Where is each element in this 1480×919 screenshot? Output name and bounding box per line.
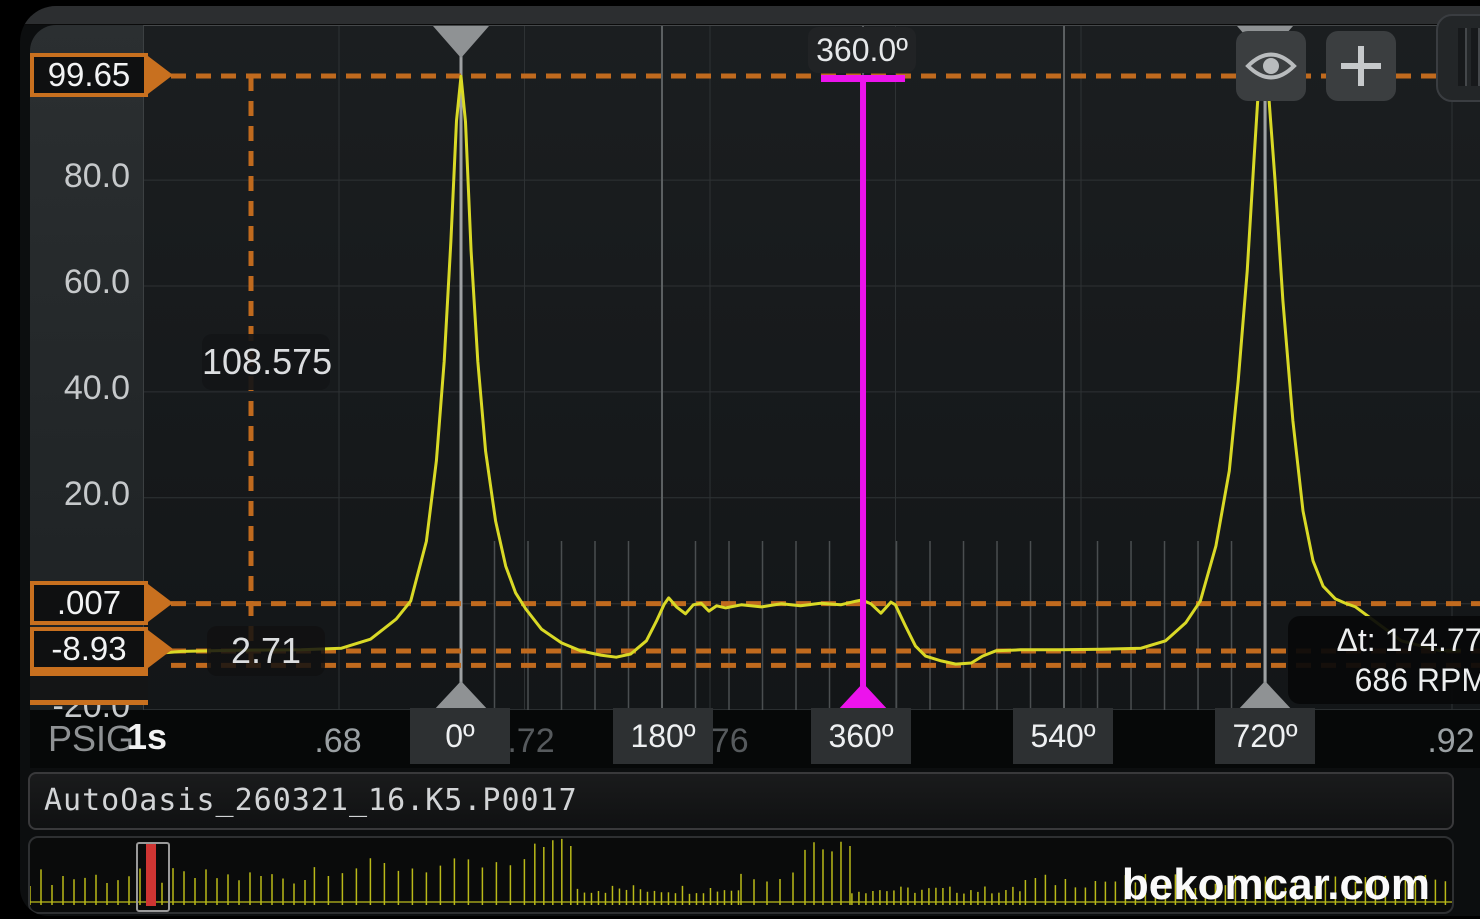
y-tick-20: 20.0 — [30, 475, 130, 514]
add-button[interactable] — [1326, 31, 1396, 101]
top-header-strip — [20, 6, 1480, 25]
plot-area[interactable] — [143, 25, 1480, 711]
cursor-flag-max[interactable]: 99.65 — [30, 53, 148, 97]
degree-marker-540[interactable]: 540º — [1013, 708, 1113, 764]
degree-marker-180[interactable]: 180º — [613, 708, 713, 764]
cursor-flag-min[interactable]: -8.93 — [30, 627, 148, 671]
overview-cursor-bar — [146, 844, 156, 906]
handle-ridge — [1471, 28, 1480, 86]
cursor-flag-clipped[interactable] — [30, 671, 148, 705]
side-panel-handle[interactable] — [1436, 14, 1480, 102]
delta-t-value: Δt: 174.77 m — [1288, 620, 1480, 660]
y-tick-60: 60.0 — [30, 263, 130, 302]
plus-icon — [1339, 44, 1383, 88]
overview-view-cursor[interactable] — [136, 842, 170, 912]
time-tick-92: .92 — [1406, 722, 1480, 761]
delta-y-small-label: 2.71 — [207, 626, 325, 676]
visibility-button[interactable] — [1236, 31, 1306, 101]
delta-t-rpm-readout: Δt: 174.77 m 686 RPM — [1288, 616, 1480, 704]
scope-app-window: 80.0 60.0 40.0 20.0 -20.0 99.65 .007 -8.… — [20, 6, 1480, 916]
overview-scrub-strip[interactable]: bekomcar.com — [28, 836, 1454, 914]
degree-marker-0[interactable]: 0º — [410, 708, 510, 764]
handle-ridge — [1458, 28, 1467, 86]
filename-text: AutoOasis_260321_16.K5.P0017 — [44, 783, 578, 818]
rotation-cursor-label[interactable]: 360.0º — [808, 27, 916, 73]
y-axis-unit-label: PSIG — [48, 718, 134, 760]
timebase-label[interactable]: 1s — [127, 716, 167, 758]
eye-icon — [1245, 49, 1297, 83]
degree-marker-720[interactable]: 720º — [1215, 708, 1315, 764]
y-tick-80: 80.0 — [30, 157, 130, 196]
pressure-waveform-chart[interactable] — [144, 26, 1480, 711]
y-tick-40: 40.0 — [30, 369, 130, 408]
filename-bar[interactable]: AutoOasis_260321_16.K5.P0017 — [28, 772, 1454, 830]
degree-marker-360[interactable]: 360º — [811, 708, 911, 764]
watermark-text: bekomcar.com — [1122, 860, 1430, 910]
delta-y-label: 108.575 — [202, 334, 330, 390]
cursor-flag-zero[interactable]: .007 — [30, 581, 148, 625]
rpm-value: 686 RPM — [1288, 660, 1480, 700]
time-tick-68: .68 — [293, 722, 383, 761]
